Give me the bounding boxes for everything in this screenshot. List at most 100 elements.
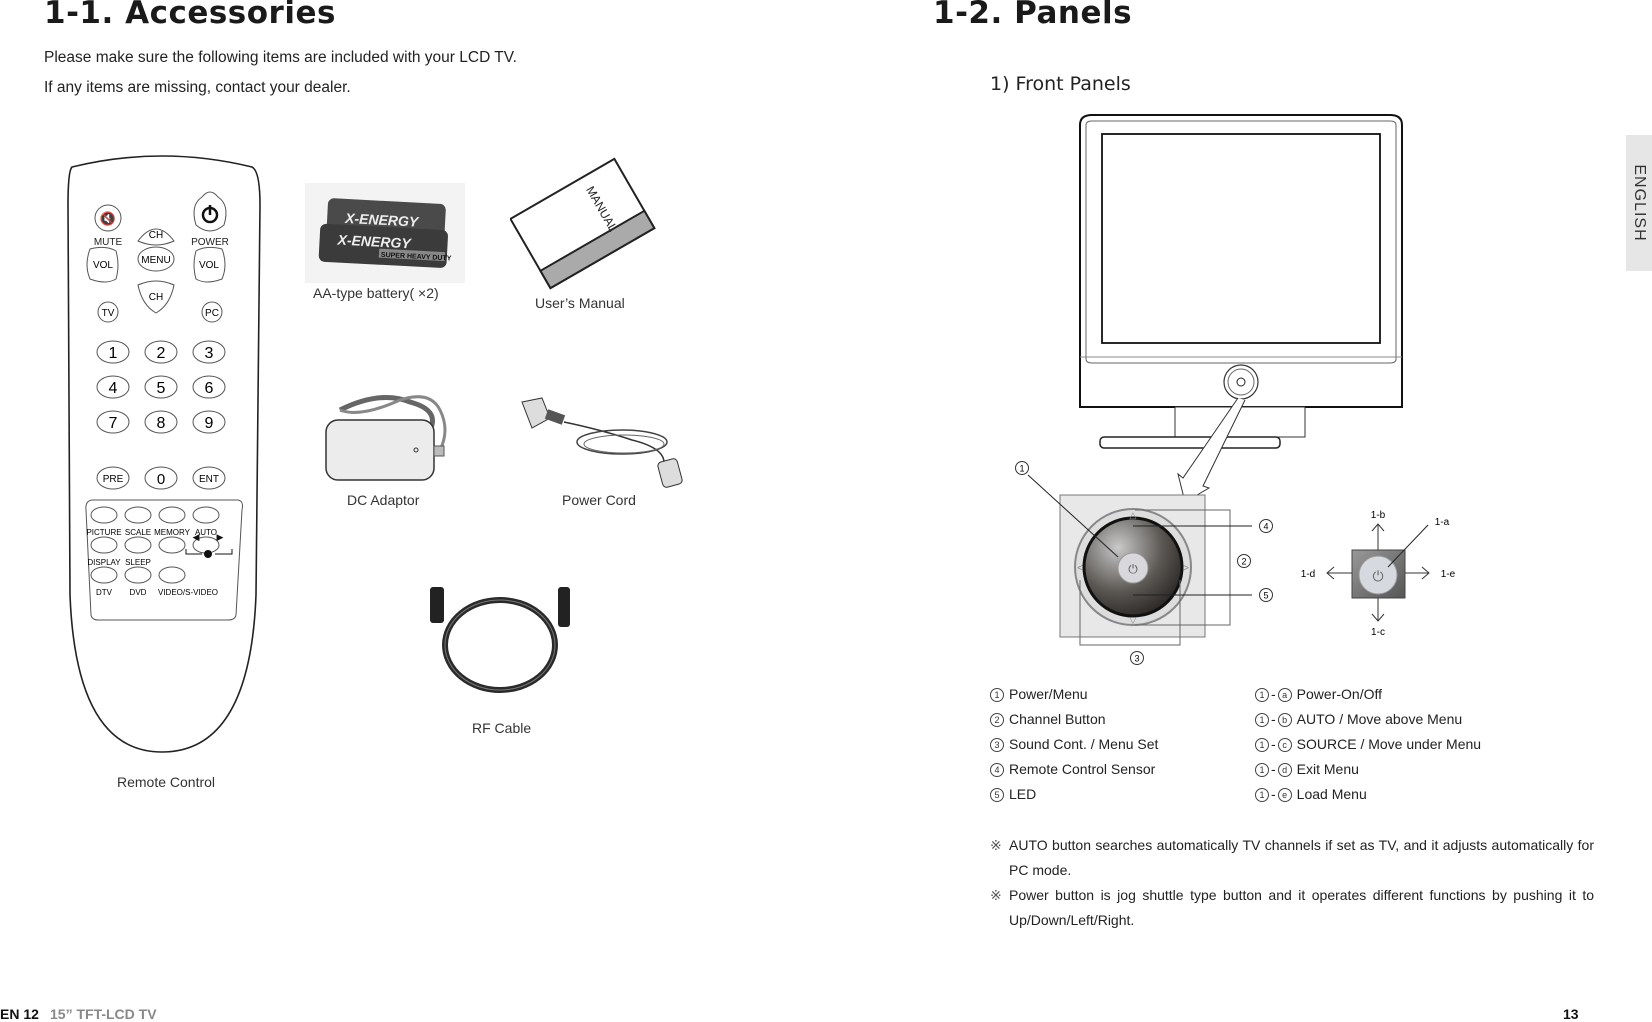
legend-number-icon: 1 [1255, 763, 1269, 777]
svg-text:5: 5 [1263, 591, 1268, 601]
legend-item: 3 Sound Cont. / Menu Set [990, 736, 1158, 761]
power-cord-caption: Power Cord [562, 492, 636, 508]
function-key-label: DISPLAY [87, 558, 121, 567]
rf-cable-illustration [430, 587, 570, 693]
note-mark-icon: ※ [990, 887, 1002, 903]
footer-product-name: 15” TFT-LCD TV [50, 1006, 157, 1022]
callout-1d: 1-d [1301, 569, 1315, 580]
function-key-label: DTV [96, 588, 113, 597]
jog-power-icon: ⏻ [1128, 562, 1138, 576]
svg-text:3: 3 [1134, 654, 1139, 664]
legend-label: Power/Menu [1009, 686, 1088, 702]
function-key-label: PICTURE [86, 528, 121, 537]
legend-left-list: 1 Power/Menu 2 Channel Button 3 Sound Cont. /… [990, 686, 1158, 811]
legend-item: 1- a Power-On/Off [1255, 686, 1481, 711]
battery-caption: AA-type battery( ×2) [313, 285, 439, 301]
callout-5: 5 [1259, 588, 1273, 602]
function-key-label: SLEEP [125, 558, 151, 567]
rf-cable-caption: RF Cable [472, 720, 532, 736]
svg-text:△: △ [1130, 510, 1137, 520]
callout-1: 1 [1015, 461, 1029, 475]
legend-letter-icon: c [1277, 738, 1292, 752]
legend-number-icon: 1 [1255, 738, 1269, 752]
digit-label: 6 [205, 380, 214, 397]
pc-label: PC [205, 308, 219, 319]
function-key-label: SCALE [125, 528, 151, 537]
digit-label: 3 [205, 345, 214, 362]
legend-label: Power-On/Off [1296, 686, 1382, 702]
page-title-panels: 1-2. Panels [933, 0, 1133, 31]
language-side-tab: ENGLISH [1626, 135, 1652, 271]
legend-label: LED [1009, 786, 1037, 802]
section-subtitle-front-panels: 1) Front Panels [990, 73, 1131, 95]
legend-letter-icon: b [1277, 713, 1292, 727]
note-jog-button: ※ Power button is jog shuttle type butto… [990, 883, 1594, 933]
digit-label: 5 [157, 380, 166, 397]
page-title-accessories: 1-1. Accessories [44, 0, 336, 31]
mute-icon: 🔇 [100, 211, 116, 226]
callout-1b: 1-b [1371, 510, 1386, 521]
svg-text:POWER: POWER [191, 237, 229, 248]
digit-label: 1 [109, 345, 118, 362]
note-jog-text: Power button is jog shuttle type button … [1009, 887, 1594, 928]
svg-text:1-d: 1-d [1301, 569, 1315, 580]
svg-text:1: 1 [1019, 464, 1024, 474]
digit-label: 4 [109, 380, 118, 397]
callout-3: 3 [1130, 651, 1144, 665]
intro-line-2: If any items are missing, contact your d… [44, 79, 351, 96]
note-mark-icon: ※ [990, 837, 1002, 853]
footer-page-number-right: 13 [1563, 1006, 1579, 1022]
user-manual-caption: User’s Manual [535, 295, 625, 311]
callout-2: 2 [1237, 554, 1251, 568]
dc-adaptor-caption: DC Adaptor [347, 492, 420, 508]
svg-text:▽: ▽ [1130, 615, 1137, 625]
legend-number-icon: 1 [990, 688, 1004, 702]
legend-number-icon: 1 [1255, 688, 1269, 702]
digit-label: 2 [157, 345, 166, 362]
function-key-label: VIDEO/S-VIDEO [158, 588, 218, 597]
legend-right-list: 1- a Power-On/Off 1- b AUTO / Move above Menu… [1255, 686, 1481, 811]
svg-text:▶: ▶ [217, 532, 224, 542]
remote-control-illustration: 🔇 MUTE POWER CH VOL MENU VOL CH TV PC 1 2… [67, 155, 261, 753]
footer-page-number-left: EN 12 [0, 1006, 39, 1022]
mute-label: MUTE [94, 237, 123, 248]
zero-label: 0 [157, 471, 165, 488]
legend-number-icon: 5 [990, 788, 1004, 802]
svg-text:1-c: 1-c [1371, 627, 1385, 638]
legend-item: 1- e Load Menu [1255, 786, 1481, 811]
legend-item: 1- b AUTO / Move above Menu [1255, 711, 1481, 736]
remote-control-caption: Remote Control [117, 774, 216, 790]
legend-number-icon: 1 [1255, 788, 1269, 802]
ent-label: ENT [199, 474, 219, 485]
tv-screen [1101, 133, 1381, 344]
user-manual-illustration: MANUAL [510, 157, 656, 290]
digit-label: 9 [205, 415, 214, 432]
legend-label: Channel Button [1009, 711, 1106, 727]
function-key-label: MEMORY [154, 528, 191, 537]
pre-label: PRE [103, 474, 124, 485]
legend-label: AUTO / Move above Menu [1296, 711, 1463, 727]
digit-label: 8 [157, 415, 166, 432]
legend-label: Remote Control Sensor [1009, 761, 1156, 777]
svg-text:1-a: 1-a [1435, 517, 1450, 528]
note-auto-text: AUTO button searches automatically TV ch… [1009, 837, 1594, 878]
jog-detail-power-icon: ⏻ [1372, 568, 1383, 584]
legend-label: SOURCE / Move under Menu [1296, 736, 1482, 752]
svg-text:<: < [1077, 563, 1083, 574]
vol-right-label: VOL [199, 260, 219, 271]
legend-item: 1- c SOURCE / Move under Menu [1255, 736, 1481, 761]
legend-letter-icon: e [1277, 788, 1292, 802]
tv-label: TV [102, 308, 115, 319]
legend-item: 4 Remote Control Sensor [990, 761, 1158, 786]
note-auto-button: ※ AUTO button searches automatically TV … [990, 833, 1594, 883]
legend-item: 1 Power/Menu [990, 686, 1158, 711]
legend-letter-icon: d [1277, 763, 1292, 777]
legend-item: 1- d Exit Menu [1255, 761, 1481, 786]
function-key-label: DVD [130, 588, 147, 597]
callout-1a: 1-a [1435, 517, 1450, 528]
power-cord-illustration [521, 397, 683, 488]
callout-4: 4 [1259, 519, 1273, 533]
brightness-icon [204, 550, 212, 558]
digit-label: 7 [109, 415, 118, 432]
callout-1c: 1-c [1371, 627, 1385, 638]
